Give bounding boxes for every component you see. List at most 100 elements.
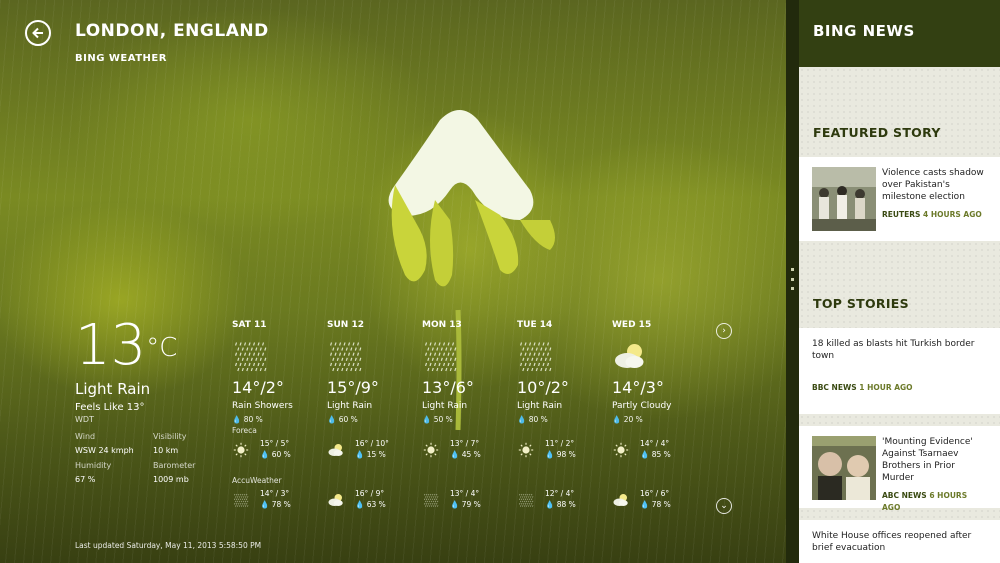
day-temp-range: 14°/2° bbox=[232, 378, 284, 397]
sun-icon bbox=[612, 442, 630, 458]
sun-icon bbox=[517, 442, 535, 458]
current-temp-value: 13 bbox=[75, 313, 147, 378]
day-temp-range: 15°/9° bbox=[327, 378, 379, 397]
scroll-down-button[interactable]: ⌄ bbox=[716, 498, 732, 514]
foreca-label: Foreca bbox=[232, 426, 257, 435]
divider bbox=[799, 414, 1000, 426]
day-precip: 💧 20 % bbox=[612, 415, 643, 424]
visibility-detail: Visibility 10 km bbox=[153, 432, 187, 455]
rain-icon bbox=[232, 492, 250, 508]
sun-icon bbox=[232, 442, 250, 458]
daily-forecast: SAT 11 14°/2° Rain Showers 💧 80 % Foreca… bbox=[232, 320, 707, 524]
story-card[interactable]: 'Mounting Evidence' Against Tsarnaev Bro… bbox=[799, 426, 1000, 512]
accuweather-forecast: 13° / 4° 💧 79 % bbox=[422, 488, 517, 524]
story-headline: White House offices reopened after brief… bbox=[812, 531, 972, 553]
day-temp-range: 14°/3° bbox=[612, 378, 664, 397]
raindrop-icon: 💧 bbox=[260, 450, 270, 459]
partly-cloudy-icon bbox=[612, 492, 630, 508]
foreca-label bbox=[327, 426, 422, 438]
rain-icon bbox=[422, 492, 440, 508]
story-headline: 18 killed as blasts hit Turkish border t… bbox=[812, 339, 975, 361]
raindrop-icon: 💧 bbox=[327, 415, 337, 424]
day-condition: Partly Cloudy bbox=[612, 401, 672, 411]
current-conditions: 13°C Light Rain Feels Like 13° WDT Wind … bbox=[75, 318, 215, 485]
featured-headline: Violence casts shadow over Pakistan's mi… bbox=[882, 168, 984, 202]
raindrop-icon: 💧 bbox=[450, 450, 460, 459]
rain-icon bbox=[232, 338, 268, 374]
featured-heading[interactable]: FEATURED STORY bbox=[799, 67, 1000, 157]
news-app-title: BING NEWS bbox=[799, 0, 1000, 67]
weather-pane: LONDON, ENGLAND BING WEATHER 13°C Light … bbox=[0, 0, 786, 563]
accuweather-label: AccuWeather bbox=[232, 476, 282, 485]
next-days-button[interactable]: › bbox=[716, 323, 732, 339]
rain-icon bbox=[422, 338, 458, 374]
foreca-label bbox=[612, 426, 707, 438]
top-stories-heading[interactable]: TOP STORIES bbox=[799, 241, 1000, 328]
raindrop-icon: 💧 bbox=[640, 450, 650, 459]
partly-cloudy-icon bbox=[327, 492, 345, 508]
foreca-label bbox=[517, 426, 612, 438]
back-button[interactable] bbox=[25, 20, 51, 46]
accuweather-label bbox=[517, 476, 612, 488]
featured-story-card[interactable]: Violence casts shadow over Pakistan's mi… bbox=[799, 157, 1000, 241]
raindrop-icon: 💧 bbox=[517, 415, 527, 424]
last-updated: Last updated Saturday, May 11, 2013 5:58… bbox=[75, 541, 262, 550]
accuweather-label bbox=[612, 476, 707, 488]
partly-cloudy-icon bbox=[327, 442, 345, 458]
raindrop-icon: 💧 bbox=[545, 450, 555, 459]
foreca-forecast: 15° / 5° 💧 60 % bbox=[232, 438, 327, 474]
day-name: WED 15 bbox=[612, 320, 652, 330]
barometer-detail: Barometer 1009 mb bbox=[153, 461, 196, 484]
day-condition: Light Rain bbox=[422, 401, 468, 411]
story-source: ABC NEWS 6 HOURS AGO bbox=[882, 491, 968, 512]
temp-unit: °C bbox=[146, 333, 178, 363]
chevron-right-icon: › bbox=[722, 326, 726, 336]
accuweather-forecast: 14° / 3° 💧 78 % bbox=[232, 488, 327, 524]
news-thumbnail-image bbox=[812, 167, 876, 231]
day-precip: 💧 60 % bbox=[327, 415, 358, 424]
foreca-label bbox=[422, 426, 517, 438]
rain-icon bbox=[327, 338, 363, 374]
raindrop-icon: 💧 bbox=[450, 500, 460, 509]
wind-detail: Wind WSW 24 kmph bbox=[75, 432, 134, 455]
foreca-forecast: 16° / 10° 💧 15 % bbox=[327, 438, 422, 474]
day-temp-range: 10°/2° bbox=[517, 378, 569, 397]
raindrop-icon: 💧 bbox=[640, 500, 650, 509]
raindrop-icon: 💧 bbox=[355, 500, 365, 509]
story-card[interactable]: 18 killed as blasts hit Turkish border t… bbox=[799, 328, 1000, 414]
news-thumbnail-image bbox=[812, 436, 876, 500]
rain-icon bbox=[517, 492, 535, 508]
forecast-day[interactable]: MON 13 13°/6° Light Rain 💧 50 % 13° / 7°… bbox=[422, 320, 517, 524]
day-precip: 💧 50 % bbox=[422, 415, 453, 424]
forecast-day[interactable]: SUN 12 15°/9° Light Rain 💧 60 % 16° / 10… bbox=[327, 320, 422, 524]
forecast-day[interactable]: TUE 14 10°/2° Light Rain 💧 80 % 11° / 2°… bbox=[517, 320, 612, 524]
story-card[interactable]: White House offices reopened after brief… bbox=[799, 520, 1000, 563]
station-code: WDT bbox=[75, 415, 94, 424]
day-precip: 💧 80 % bbox=[517, 415, 548, 424]
back-arrow-icon bbox=[32, 27, 43, 39]
day-name: SUN 12 bbox=[327, 320, 364, 330]
foreca-forecast: 11° / 2° 💧 98 % bbox=[517, 438, 612, 474]
foreca-forecast: 13° / 7° 💧 45 % bbox=[422, 438, 517, 474]
news-pane: BING NEWS FEATURED STORY Violence casts … bbox=[799, 0, 1000, 563]
humidity-detail: Humidity 67 % bbox=[75, 461, 112, 484]
foreca-forecast: 14° / 4° 💧 85 % bbox=[612, 438, 707, 474]
partly-cloudy-icon bbox=[612, 338, 648, 374]
featured-source: REUTERS 4 HOURS AGO bbox=[882, 210, 982, 219]
accuweather-forecast: 12° / 4° 💧 88 % bbox=[517, 488, 612, 524]
forecast-day[interactable]: WED 15 14°/3° Partly Cloudy 💧 20 % 14° /… bbox=[612, 320, 707, 524]
accuweather-forecast: 16° / 9° 💧 63 % bbox=[327, 488, 422, 524]
day-precip: 💧 80 % bbox=[232, 415, 263, 424]
day-temp-range: 13°/6° bbox=[422, 378, 474, 397]
accuweather-label bbox=[422, 476, 517, 488]
day-name: MON 13 bbox=[422, 320, 462, 330]
current-temperature: 13°C bbox=[75, 318, 215, 374]
day-name: SAT 11 bbox=[232, 320, 267, 330]
snap-splitter[interactable] bbox=[786, 0, 799, 563]
grip-handle-icon bbox=[791, 268, 794, 290]
city-title: LONDON, ENGLAND bbox=[75, 21, 269, 41]
raindrop-icon: 💧 bbox=[232, 415, 242, 424]
feels-like: Feels Like 13° bbox=[75, 402, 145, 413]
forecast-day[interactable]: SAT 11 14°/2° Rain Showers 💧 80 % Foreca… bbox=[232, 320, 327, 524]
raindrop-icon: 💧 bbox=[422, 415, 432, 424]
